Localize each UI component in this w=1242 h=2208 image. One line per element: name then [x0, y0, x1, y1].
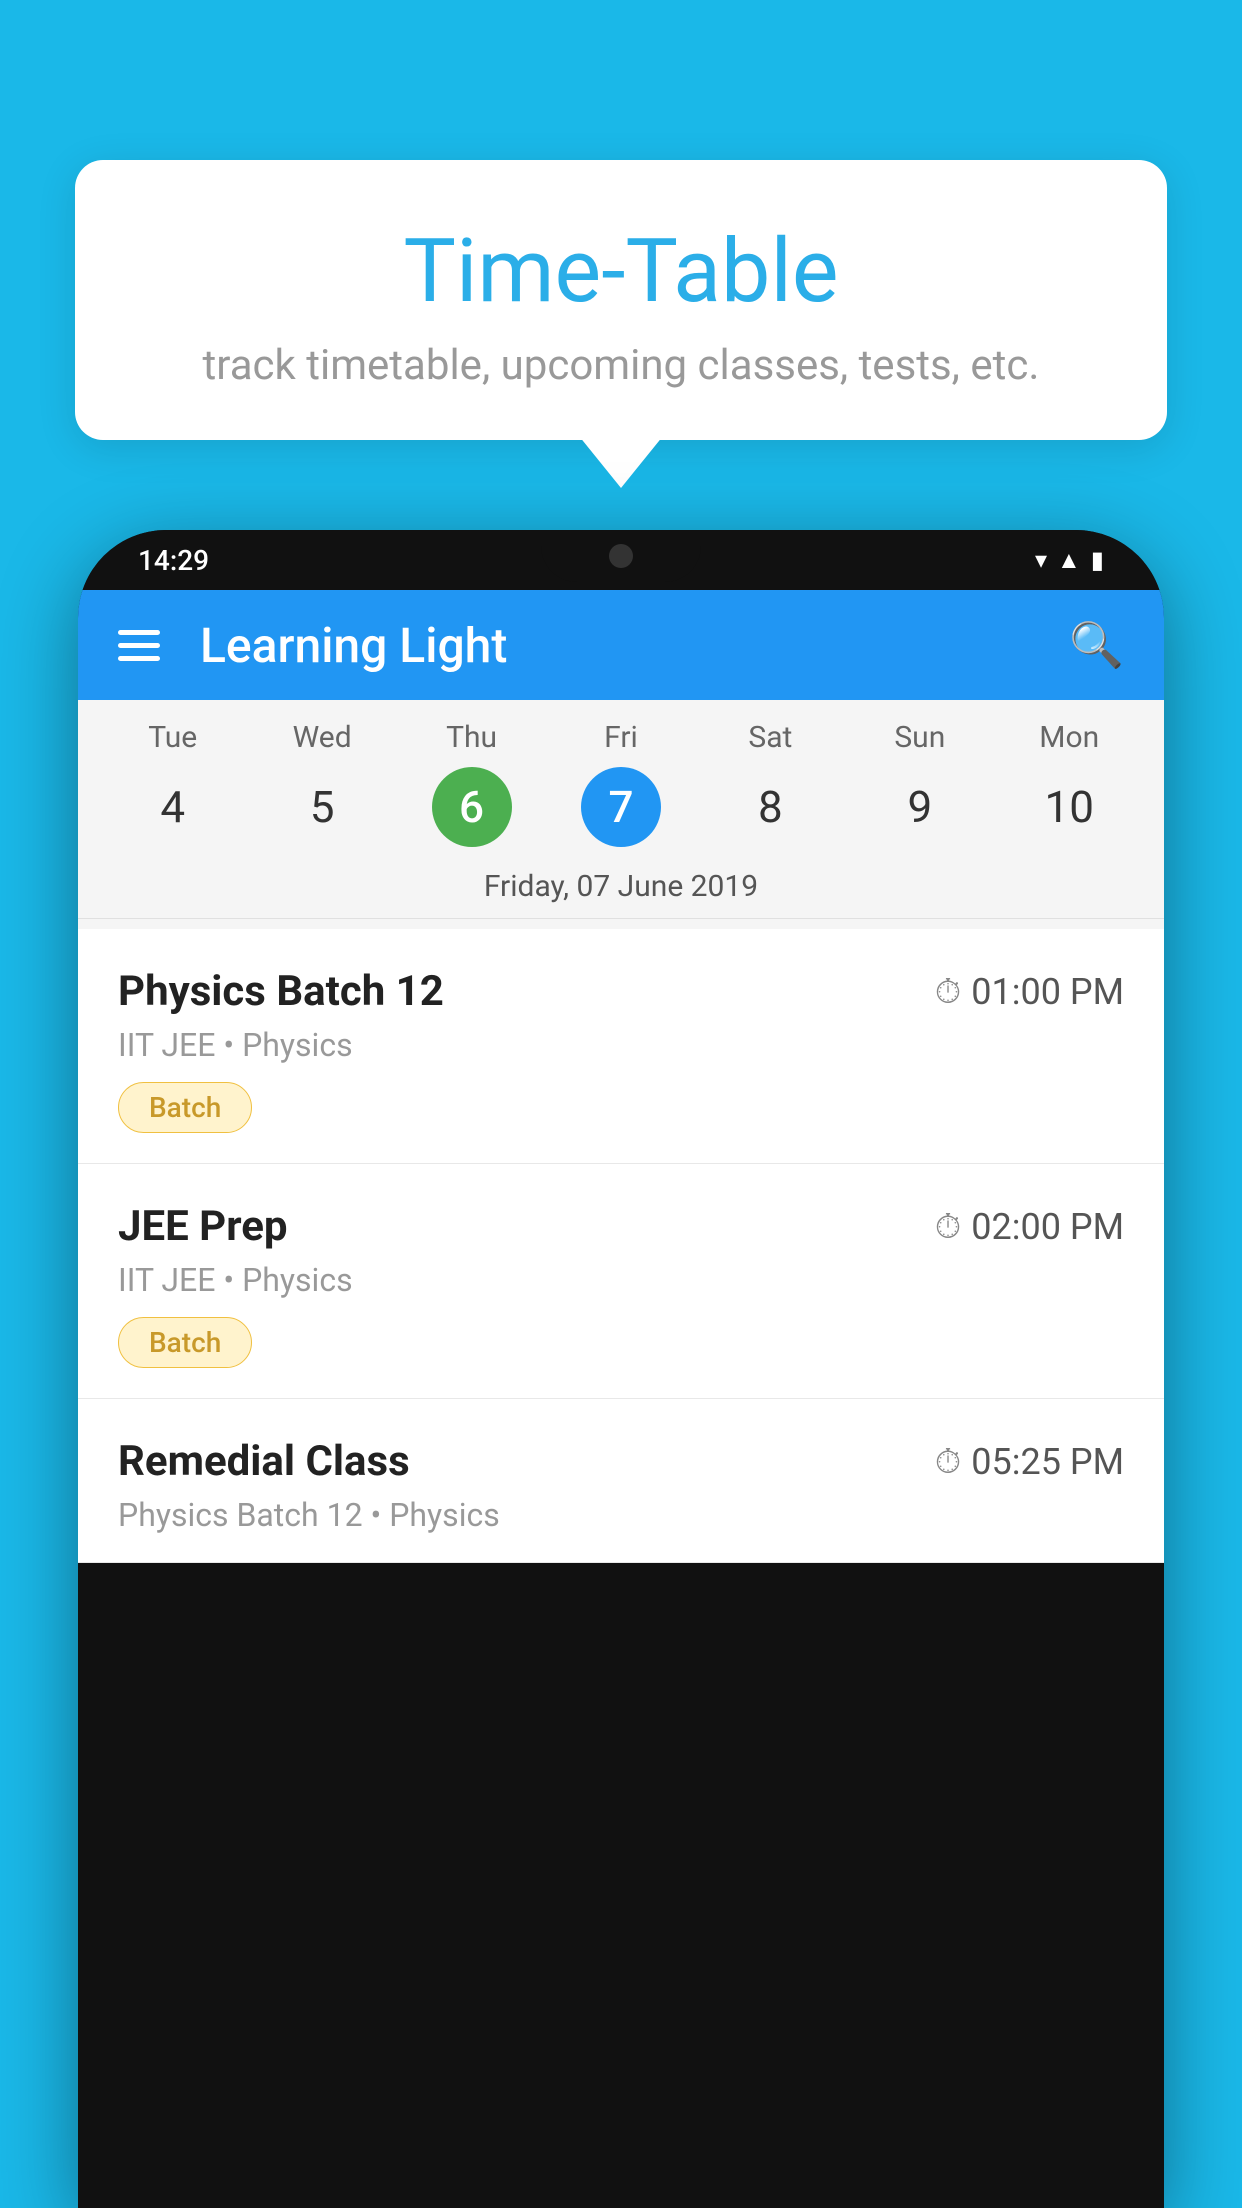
- days-row: Tue 4 Wed 5 Thu 6 Fri 7 Sat 8 Sun 9: [78, 720, 1164, 847]
- day-num-8: 8: [730, 767, 810, 847]
- schedule-item-2-time: ⏱ 02:00 PM: [935, 1206, 1124, 1248]
- day-num-7: 7: [581, 767, 661, 847]
- schedule-item-2-title: JEE Prep: [118, 1202, 288, 1251]
- batch-badge-1: Batch: [118, 1082, 252, 1133]
- schedule-item-3[interactable]: Remedial Class ⏱ 05:25 PM Physics Batch …: [78, 1399, 1164, 1563]
- schedule-item-1-sub: IIT JEE • Physics: [118, 1026, 1124, 1064]
- day-name-wed: Wed: [293, 720, 352, 755]
- day-num-10: 10: [1029, 767, 1109, 847]
- schedule-item-1[interactable]: Physics Batch 12 ⏱ 01:00 PM IIT JEE • Ph…: [78, 929, 1164, 1164]
- schedule-item-1-title: Physics Batch 12: [118, 967, 444, 1016]
- hamburger-icon[interactable]: [118, 630, 160, 661]
- clock-icon-3: ⏱: [935, 1442, 962, 1482]
- status-icons: ▾ ▲ ▮: [1035, 546, 1104, 575]
- tooltip-subtitle: track timetable, upcoming classes, tests…: [135, 341, 1107, 390]
- day-col-fri[interactable]: Fri 7: [556, 720, 686, 847]
- day-name-mon: Mon: [1039, 720, 1099, 755]
- day-name-fri: Fri: [604, 720, 638, 755]
- schedule-item-3-time: ⏱ 05:25 PM: [935, 1441, 1124, 1483]
- schedule-list: Physics Batch 12 ⏱ 01:00 PM IIT JEE • Ph…: [78, 929, 1164, 1563]
- day-col-sun[interactable]: Sun 9: [855, 720, 985, 847]
- battery-icon: ▮: [1091, 546, 1104, 574]
- selected-date-label: Friday, 07 June 2019: [78, 855, 1164, 919]
- signal-icon: ▲: [1057, 546, 1081, 575]
- schedule-item-2-header: JEE Prep ⏱ 02:00 PM: [118, 1202, 1124, 1251]
- batch-badge-2: Batch: [118, 1317, 252, 1368]
- status-bar: 14:29 ▾ ▲ ▮: [78, 530, 1164, 590]
- schedule-item-1-header: Physics Batch 12 ⏱ 01:00 PM: [118, 967, 1124, 1016]
- app-bar: Learning Light 🔍: [78, 590, 1164, 700]
- phone-frame: 14:29 ▾ ▲ ▮ Learning Light 🔍 Tue 4 Wed: [78, 530, 1164, 2208]
- day-col-tue[interactable]: Tue 4: [108, 720, 238, 847]
- status-time: 14:29: [138, 544, 209, 577]
- day-name-thu: Thu: [446, 720, 497, 755]
- schedule-item-2-sub: IIT JEE • Physics: [118, 1261, 1124, 1299]
- schedule-item-3-title: Remedial Class: [118, 1437, 410, 1486]
- clock-icon-1: ⏱: [935, 972, 962, 1012]
- schedule-item-3-header: Remedial Class ⏱ 05:25 PM: [118, 1437, 1124, 1486]
- day-col-wed[interactable]: Wed 5: [257, 720, 387, 847]
- day-num-4: 4: [133, 767, 213, 847]
- calendar-strip: Tue 4 Wed 5 Thu 6 Fri 7 Sat 8 Sun 9: [78, 700, 1164, 929]
- schedule-item-3-sub: Physics Batch 12 • Physics: [118, 1496, 1124, 1534]
- day-col-sat[interactable]: Sat 8: [705, 720, 835, 847]
- search-icon[interactable]: 🔍: [1069, 619, 1124, 671]
- app-bar-title: Learning Light: [200, 617, 1029, 674]
- wifi-icon: ▾: [1035, 546, 1047, 574]
- schedule-item-2[interactable]: JEE Prep ⏱ 02:00 PM IIT JEE • Physics Ba…: [78, 1164, 1164, 1399]
- day-num-5: 5: [282, 767, 362, 847]
- day-name-sat: Sat: [748, 720, 792, 755]
- tooltip-title: Time-Table: [135, 220, 1107, 323]
- day-col-mon[interactable]: Mon 10: [1004, 720, 1134, 847]
- day-name-tue: Tue: [148, 720, 197, 755]
- day-name-sun: Sun: [894, 720, 945, 755]
- phone-camera: [609, 544, 633, 568]
- day-num-6: 6: [432, 767, 512, 847]
- day-col-thu[interactable]: Thu 6: [407, 720, 537, 847]
- clock-icon-2: ⏱: [935, 1207, 962, 1247]
- tooltip-card: Time-Table track timetable, upcoming cla…: [75, 160, 1167, 440]
- day-num-9: 9: [880, 767, 960, 847]
- phone-notch: [541, 530, 701, 582]
- schedule-item-1-time: ⏱ 01:00 PM: [935, 971, 1124, 1013]
